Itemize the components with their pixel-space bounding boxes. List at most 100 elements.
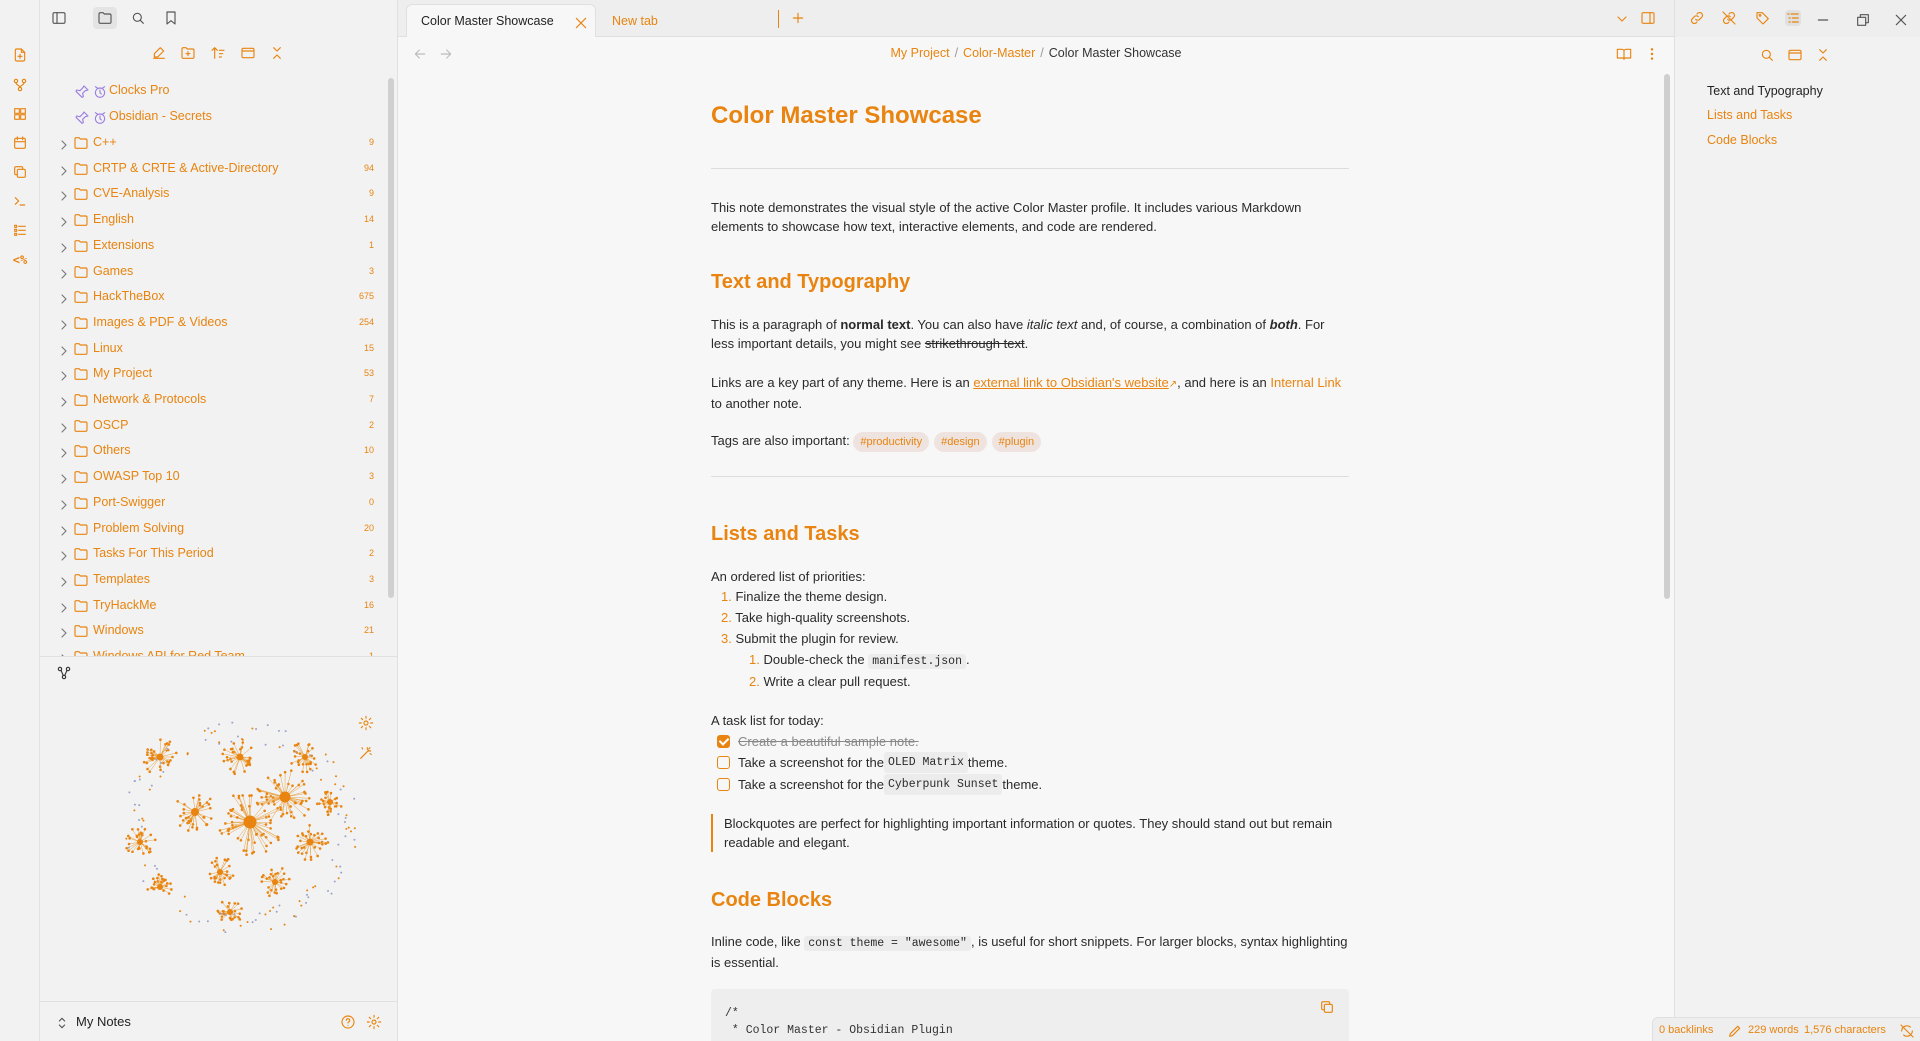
folder-item[interactable]: TryHackMe 16 <box>40 593 390 617</box>
chevron-right-icon[interactable] <box>56 497 67 510</box>
chevron-updown-icon[interactable] <box>54 1015 68 1029</box>
outline-item[interactable]: Code Blocks <box>1707 133 1777 147</box>
folder-item[interactable]: OWASP Top 10 3 <box>40 464 390 488</box>
outline-item[interactable]: Text and Typography <box>1707 84 1823 98</box>
layout-grid-icon[interactable] <box>10 104 30 124</box>
checkbox[interactable] <box>717 755 730 769</box>
chevron-right-icon[interactable] <box>56 291 67 304</box>
new-note-icon[interactable] <box>150 44 168 62</box>
tag[interactable]: #design <box>934 432 987 452</box>
chevron-right-icon[interactable] <box>56 343 67 356</box>
file-plus-icon[interactable] <box>10 45 30 65</box>
more-options-icon[interactable] <box>1644 46 1660 62</box>
graph-view-icon[interactable] <box>56 665 72 681</box>
chevron-right-icon[interactable] <box>56 471 67 484</box>
checkbox[interactable] <box>717 777 730 791</box>
search-icon[interactable] <box>129 9 147 27</box>
chevron-down-icon[interactable] <box>1614 11 1628 25</box>
external-link[interactable]: external link to Obsidian's website <box>973 375 1168 390</box>
breadcrumb-current[interactable]: Color Master Showcase <box>1049 46 1182 60</box>
chevron-right-icon[interactable] <box>56 625 67 638</box>
link-icon[interactable] <box>1689 10 1705 26</box>
search-icon[interactable] <box>1759 47 1775 63</box>
calendar-icon[interactable] <box>10 133 30 153</box>
folder-item[interactable]: Templates 3 <box>40 567 390 591</box>
sync-off-icon[interactable] <box>1899 1023 1914 1038</box>
graph-node[interactable] <box>272 879 278 885</box>
graph-node[interactable] <box>217 869 223 875</box>
folder-item[interactable]: Extensions 1 <box>40 233 390 257</box>
graph-node[interactable] <box>243 815 257 829</box>
file-item[interactable]: Obsidian - Secrets <box>40 104 390 128</box>
chevron-right-icon[interactable] <box>56 240 67 253</box>
close-window-icon[interactable] <box>1893 12 1907 26</box>
folder-item[interactable]: Problem Solving 20 <box>40 516 390 540</box>
folder-item[interactable]: Linux 15 <box>40 336 390 360</box>
breadcrumb-my-project[interactable]: My Project <box>891 46 950 60</box>
tag[interactable]: #plugin <box>991 432 1042 452</box>
chevron-right-icon[interactable] <box>56 317 67 330</box>
folder-item[interactable]: CVE-Analysis 9 <box>40 181 390 205</box>
graph-canvas[interactable] <box>100 712 400 982</box>
terminal-icon[interactable] <box>10 191 30 211</box>
folder-item[interactable]: C++ 9 <box>40 130 390 154</box>
chevron-right-icon[interactable] <box>56 548 67 561</box>
tab-new-tab[interactable]: New tab <box>604 4 794 37</box>
graph-node[interactable] <box>236 753 244 761</box>
settings-icon[interactable] <box>366 1014 382 1030</box>
help-icon[interactable] <box>340 1014 356 1030</box>
graph-node[interactable] <box>157 884 163 890</box>
chevron-right-icon[interactable] <box>56 163 67 176</box>
right-sidebar-toggle-icon[interactable] <box>1640 10 1656 26</box>
chevron-right-icon[interactable] <box>56 445 67 458</box>
backlinks-count[interactable]: 0 backlinks <box>1659 1024 1713 1036</box>
folder-item[interactable]: My Project 53 <box>40 361 390 385</box>
tag[interactable]: #productivity <box>853 432 930 452</box>
file-item[interactable]: Clocks Pro <box>40 78 390 102</box>
folder-item[interactable]: Port-Swigger 0 <box>40 490 390 514</box>
chevron-right-icon[interactable] <box>56 137 67 150</box>
minimize-icon[interactable] <box>1815 12 1829 24</box>
chevron-right-icon[interactable] <box>56 214 67 227</box>
vault-switcher[interactable]: My Notes <box>40 1001 398 1041</box>
unlink-icon[interactable] <box>1721 10 1737 26</box>
chevron-right-icon[interactable] <box>56 188 67 201</box>
restore-icon[interactable] <box>1855 12 1869 26</box>
graph-node[interactable] <box>156 753 164 761</box>
folder-item[interactable]: Games 3 <box>40 259 390 283</box>
editor-scrollbar[interactable] <box>1664 74 1670 599</box>
code-icon[interactable]: <% <box>10 250 30 270</box>
list-icon[interactable] <box>10 220 30 240</box>
chevron-right-icon[interactable] <box>56 600 67 613</box>
internal-link[interactable]: Internal Link <box>1270 375 1341 390</box>
folder-item[interactable]: Tasks For This Period 2 <box>40 541 390 565</box>
chevron-right-icon[interactable] <box>56 368 67 381</box>
plus-icon[interactable] <box>790 10 806 26</box>
tags-icon[interactable] <box>1755 10 1771 26</box>
folder-item[interactable]: Others 10 <box>40 438 390 462</box>
chevron-right-icon[interactable] <box>56 574 67 587</box>
graph-node[interactable] <box>327 799 333 805</box>
graph-node[interactable] <box>191 808 199 816</box>
graph-node[interactable] <box>137 839 143 845</box>
chevron-right-icon[interactable] <box>56 394 67 407</box>
folder-item[interactable]: English 14 <box>40 207 390 231</box>
chevron-right-icon[interactable] <box>56 523 67 536</box>
bookmark-icon[interactable] <box>162 9 180 27</box>
folder-item[interactable]: Windows 21 <box>40 618 390 642</box>
folder-icon[interactable] <box>93 7 117 29</box>
vault-name[interactable]: My Notes <box>76 1014 131 1029</box>
git-branch-icon[interactable] <box>10 75 30 95</box>
folder-item[interactable]: HackTheBox 675 <box>40 284 390 308</box>
sort-icon[interactable] <box>209 44 227 62</box>
book-open-icon[interactable] <box>1616 46 1632 62</box>
folder-item[interactable]: Windows API for Red Team 1 <box>40 644 390 656</box>
graph-node[interactable] <box>279 791 291 803</box>
file-tree-scrollbar[interactable] <box>388 78 394 598</box>
new-folder-icon[interactable] <box>179 44 197 62</box>
outline-item[interactable]: Lists and Tasks <box>1707 108 1792 122</box>
close-icon[interactable] <box>573 15 587 29</box>
layout-icon[interactable] <box>239 44 257 62</box>
folder-item[interactable]: OSCP 2 <box>40 413 390 437</box>
chevron-right-icon[interactable] <box>56 266 67 279</box>
